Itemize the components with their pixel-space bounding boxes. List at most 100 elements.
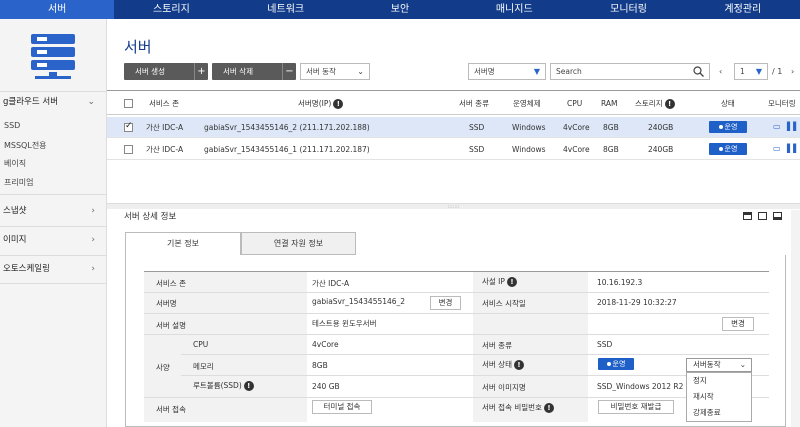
value-memory: 8GB bbox=[312, 361, 328, 370]
table-row[interactable]: 가산 IDC-A gabiaSvr_1543455146_1 (211.171.… bbox=[107, 139, 800, 160]
plus-icon: + bbox=[194, 63, 208, 80]
restore-panel-icon[interactable] bbox=[758, 212, 767, 220]
caret-down-icon: ▼ bbox=[755, 67, 762, 76]
header-status[interactable]: 상태 bbox=[721, 91, 735, 116]
menu-item-force-stop[interactable]: 강제종료 bbox=[687, 405, 751, 421]
sidebar-item-image[interactable]: 이미지 › bbox=[0, 230, 107, 250]
nav-managed[interactable]: 매니지드 bbox=[457, 0, 571, 19]
info-icon[interactable]: ! bbox=[243, 381, 254, 391]
search-icon[interactable] bbox=[693, 66, 704, 77]
info-icon[interactable]: ! bbox=[333, 99, 344, 109]
terminal-access-button[interactable]: 터미널 접속 bbox=[312, 400, 372, 414]
server-action-dropdown[interactable]: 서버동작 ⌄ bbox=[686, 358, 752, 372]
bar-chart-icon[interactable]: ▌▌ bbox=[787, 144, 799, 153]
caret-down-icon: ▼ bbox=[533, 67, 540, 76]
header-type[interactable]: 서버 종류 bbox=[459, 91, 489, 116]
value-server-name: gabiaSvr_1543455146_2 bbox=[312, 297, 406, 306]
label-text: 루트볼륨(SSD) bbox=[193, 381, 242, 390]
status-badge: 운영 bbox=[709, 143, 747, 155]
divider bbox=[0, 255, 107, 256]
label-text: 서버 접속 비밀번호 bbox=[482, 403, 542, 412]
value-server-type: SSD bbox=[597, 340, 613, 349]
detail-title: 서버 상세 정보 bbox=[124, 212, 177, 222]
tab-basic-info[interactable]: 기본 정보 bbox=[125, 232, 241, 255]
header-ram[interactable]: RAM bbox=[601, 91, 618, 116]
info-icon[interactable]: ! bbox=[513, 360, 524, 370]
status-dot-icon bbox=[718, 125, 723, 129]
sidebar-sub-premium[interactable]: 프리미엄 bbox=[4, 177, 33, 188]
button-label: 서버 삭제 bbox=[223, 67, 253, 76]
change-description-button[interactable]: 변경 bbox=[722, 317, 754, 331]
info-icon[interactable]: ! bbox=[506, 277, 517, 287]
header-monitoring[interactable]: 모니터링 bbox=[768, 91, 796, 116]
next-page-button[interactable]: › bbox=[791, 63, 794, 80]
label-server-status: 서버 상태! bbox=[482, 359, 524, 370]
nav-monitoring[interactable]: 모니터링 bbox=[571, 0, 685, 19]
minimize-panel-icon[interactable] bbox=[743, 212, 752, 220]
select-all-checkbox[interactable] bbox=[124, 99, 133, 108]
maximize-panel-icon[interactable] bbox=[773, 212, 782, 220]
value-cpu: 4vCore bbox=[312, 340, 339, 349]
minus-icon: − bbox=[282, 63, 296, 80]
sidebar-sub-ssd[interactable]: SSD bbox=[4, 121, 20, 130]
value-private-ip: 10.16.192.3 bbox=[597, 278, 643, 287]
status-dot-icon bbox=[718, 147, 723, 151]
header-label: 스토리지 bbox=[635, 99, 663, 108]
panel-splitter[interactable]: ::::::: bbox=[107, 203, 800, 210]
sidebar-item-autoscaling[interactable]: 오토스케일링 › bbox=[0, 259, 107, 279]
chevron-right-icon: › bbox=[91, 206, 95, 216]
divider bbox=[181, 354, 769, 355]
sidebar-item-label: 이미지 bbox=[3, 235, 27, 245]
sidebar-item-label: 스냅샷 bbox=[3, 206, 27, 216]
menu-item-restart[interactable]: 재시작 bbox=[687, 389, 751, 405]
cell-storage: 240GB bbox=[648, 145, 674, 154]
monitor-icon[interactable]: ▭ bbox=[773, 122, 781, 131]
nav-security[interactable]: 보안 bbox=[343, 0, 457, 19]
row-checkbox[interactable] bbox=[124, 121, 133, 132]
menu-item-stop[interactable]: 정지 bbox=[687, 373, 751, 389]
nav-storage[interactable]: 스토리지 bbox=[114, 0, 228, 19]
row-checkbox[interactable] bbox=[124, 145, 133, 154]
search-filter-select[interactable]: 서버명 ▼ bbox=[468, 63, 546, 80]
info-icon[interactable]: ! bbox=[664, 99, 675, 109]
detail-scrollbar[interactable] bbox=[791, 210, 800, 427]
sidebar-sub-mssql[interactable]: MSSQL전용 bbox=[4, 140, 47, 151]
table-row[interactable]: 가산 IDC-A gabiaSvr_1543455146_2 (211.171.… bbox=[107, 117, 800, 138]
value-image-name: SSD_Windows 2012 R2 S bbox=[597, 382, 685, 391]
info-icon[interactable]: ! bbox=[543, 403, 554, 413]
create-server-button[interactable]: 서버 생성 + bbox=[124, 63, 208, 80]
nav-account[interactable]: 계정관리 bbox=[686, 0, 800, 19]
header-cpu[interactable]: CPU bbox=[567, 91, 582, 116]
label-server-name: 서버명 bbox=[156, 299, 177, 308]
label-text: 사설 IP bbox=[482, 277, 505, 286]
sidebar-sub-basic[interactable]: 베이직 bbox=[4, 158, 26, 169]
label-cpu: CPU bbox=[193, 340, 209, 349]
cell-name: gabiaSvr_1543455146_1 (211.171.202.187) bbox=[204, 145, 370, 154]
select-value: 서버 동작 bbox=[306, 67, 336, 76]
nav-network[interactable]: 네트워크 bbox=[229, 0, 343, 19]
header-name[interactable]: 서버명(IP)! bbox=[298, 91, 344, 116]
server-action-select[interactable]: 서버 동작 ⌄ bbox=[300, 63, 370, 80]
page-number-select[interactable]: 1 ▼ bbox=[734, 63, 768, 80]
header-zone[interactable]: 서비스 존 bbox=[149, 91, 179, 116]
label-spec: 사양 bbox=[156, 363, 170, 372]
reissue-password-button[interactable]: 비밀번호 재발급 bbox=[598, 400, 674, 414]
sidebar-item-snapshot[interactable]: 스냅샷 › bbox=[0, 201, 107, 221]
monitor-icon[interactable]: ▭ bbox=[773, 144, 781, 153]
sidebar-item-cloud-server[interactable]: g클라우드 서버 ⌄ bbox=[0, 92, 107, 112]
divider bbox=[0, 283, 107, 284]
cell-cpu: 4vCore bbox=[563, 145, 590, 154]
nav-server[interactable]: 서버 bbox=[0, 0, 115, 19]
status-label: 운영 bbox=[612, 360, 626, 368]
tab-linked-resources[interactable]: 연결 자원 정보 bbox=[241, 232, 356, 255]
prev-page-button[interactable]: ‹ bbox=[719, 63, 722, 80]
delete-server-button[interactable]: 서버 삭제 − bbox=[212, 63, 296, 80]
bar-chart-icon[interactable]: ▌▌ bbox=[787, 122, 799, 131]
header-os[interactable]: 운영체제 bbox=[513, 91, 541, 116]
value-start-date: 2018-11-29 10:32:27 bbox=[597, 298, 677, 307]
divider bbox=[144, 334, 769, 335]
cell-storage: 240GB bbox=[648, 123, 674, 132]
search-input[interactable]: Search bbox=[550, 63, 710, 80]
change-name-button[interactable]: 변경 bbox=[430, 296, 461, 310]
header-storage[interactable]: 스토리지! bbox=[635, 91, 675, 116]
